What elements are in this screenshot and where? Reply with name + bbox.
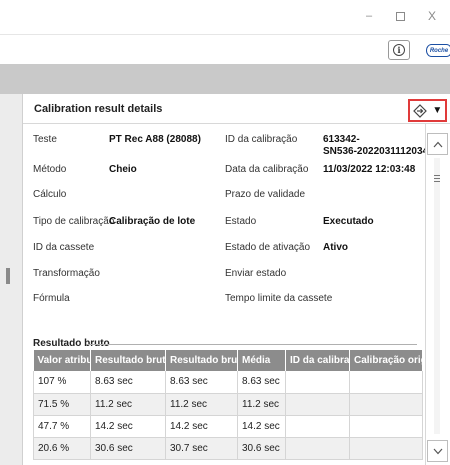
transformacao-label: Transformação	[33, 268, 100, 279]
table-cell: 8.63 sec	[165, 371, 238, 394]
header-band	[0, 64, 450, 94]
maximize-button[interactable]	[396, 12, 405, 21]
formula-label: Fórmula	[33, 293, 70, 304]
table-cell: 8.63 sec	[90, 371, 166, 394]
title-bar: – X	[0, 0, 450, 34]
dropdown-caret-icon[interactable]: ▼	[432, 105, 442, 116]
id-calibracao-value-line2: SN536-20220311120348	[323, 146, 425, 157]
estado-label: Estado	[225, 216, 257, 227]
header-actions-group: ▼	[408, 99, 447, 122]
estado-value: Executado	[323, 216, 374, 227]
vertical-scrollbar[interactable]	[425, 124, 449, 465]
prazo-validade-label: Prazo de validade	[225, 189, 306, 200]
table-cell: 14.2 sec	[90, 415, 166, 438]
column-header[interactable]: Resultado bruto 2	[165, 350, 238, 371]
details-area: Teste PT Rec A88 (28088) ID da calibraçã…	[23, 124, 425, 465]
table-cell	[285, 371, 350, 394]
table-cell	[349, 415, 423, 438]
table-cell: 11.2 sec	[90, 393, 166, 416]
metodo-label: Método	[33, 164, 67, 175]
roche-logo: Roche	[426, 44, 450, 57]
info-button[interactable]: i	[388, 40, 410, 60]
table-row[interactable]: 20.6 % 30.6 sec 30.7 sec 30.6 sec	[33, 437, 423, 460]
table-cell: 14.2 sec	[165, 415, 238, 438]
table-cell	[285, 393, 350, 416]
table-cell	[349, 371, 423, 394]
calculo-label: Cálculo	[33, 189, 67, 200]
column-header[interactable]: Valor atribuído	[33, 350, 91, 371]
table-cell: 107 %	[33, 371, 91, 394]
data-calibracao-label: Data da calibração	[225, 164, 309, 175]
minimize-button[interactable]: –	[366, 10, 372, 22]
scroll-track[interactable]	[434, 158, 440, 434]
id-calibracao-value-line1: 613342-	[323, 134, 360, 145]
table-cell: 30.6 sec	[237, 437, 286, 460]
column-header[interactable]: Calibração origina	[349, 350, 423, 371]
enviar-estado-label: Enviar estado	[225, 268, 287, 279]
table-cell: 30.6 sec	[90, 437, 166, 460]
info-icon: i	[393, 44, 405, 56]
chevron-down-icon	[433, 448, 442, 454]
table-cell: 30.7 sec	[165, 437, 238, 460]
navigate-exit-icon[interactable]	[412, 103, 427, 118]
scroll-down-button[interactable]	[427, 440, 448, 462]
side-panel-handle[interactable]	[6, 268, 10, 284]
metodo-value: Cheio	[109, 164, 137, 175]
estado-ativacao-value: Ativo	[323, 242, 348, 253]
table-row[interactable]: 47.7 % 14.2 sec 14.2 sec 14.2 sec	[33, 415, 423, 438]
raw-results-table: Valor atribuído Resultado bruto 1 Result…	[33, 350, 423, 460]
panel-title: Calibration result details	[34, 103, 163, 115]
table-cell	[285, 415, 350, 438]
table-cell: 14.2 sec	[237, 415, 286, 438]
close-button[interactable]: X	[428, 10, 436, 22]
section-divider	[87, 344, 417, 345]
id-calibracao-label: ID da calibração	[225, 134, 298, 145]
table-cell	[285, 437, 350, 460]
table-row[interactable]: 107 % 8.63 sec 8.63 sec 8.63 sec	[33, 371, 423, 394]
column-header[interactable]: Média	[237, 350, 286, 371]
calibration-details-panel: Calibration result details ▼ Teste PT Re…	[22, 94, 450, 465]
chevron-up-icon	[433, 141, 442, 147]
table-cell: 20.6 %	[33, 437, 91, 460]
estado-ativacao-label: Estado de ativação	[225, 242, 311, 253]
tipo-calibracao-value: Calibração de lote	[109, 216, 196, 227]
teste-label: Teste	[33, 134, 57, 145]
table-cell: 11.2 sec	[237, 393, 286, 416]
scroll-up-button[interactable]	[427, 133, 448, 155]
scroll-thumb[interactable]	[431, 158, 443, 198]
id-cassete-label: ID da cassete	[33, 242, 95, 253]
panel-header: Calibration result details ▼	[23, 94, 450, 124]
table-row[interactable]: 71.5 % 11.2 sec 11.2 sec 11.2 sec	[33, 393, 423, 416]
table-cell: 47.7 %	[33, 415, 91, 438]
table-cell: 71.5 %	[33, 393, 91, 416]
table-header-row: Valor atribuído Resultado bruto 1 Result…	[33, 350, 423, 371]
data-calibracao-value: 11/03/2022 12:03:48	[323, 164, 416, 175]
column-header[interactable]: ID da calibraçã	[285, 350, 350, 371]
table-cell: 8.63 sec	[237, 371, 286, 394]
table-cell	[349, 393, 423, 416]
tempo-limite-label: Tempo limite da cassete	[225, 293, 333, 304]
table-cell	[349, 437, 423, 460]
tipo-calibracao-label: Tipo de calibração	[33, 216, 115, 227]
app-toolbar: i Roche	[0, 34, 450, 64]
column-header[interactable]: Resultado bruto 1	[90, 350, 166, 371]
table-cell: 11.2 sec	[165, 393, 238, 416]
teste-value: PT Rec A88 (28088)	[109, 134, 201, 145]
